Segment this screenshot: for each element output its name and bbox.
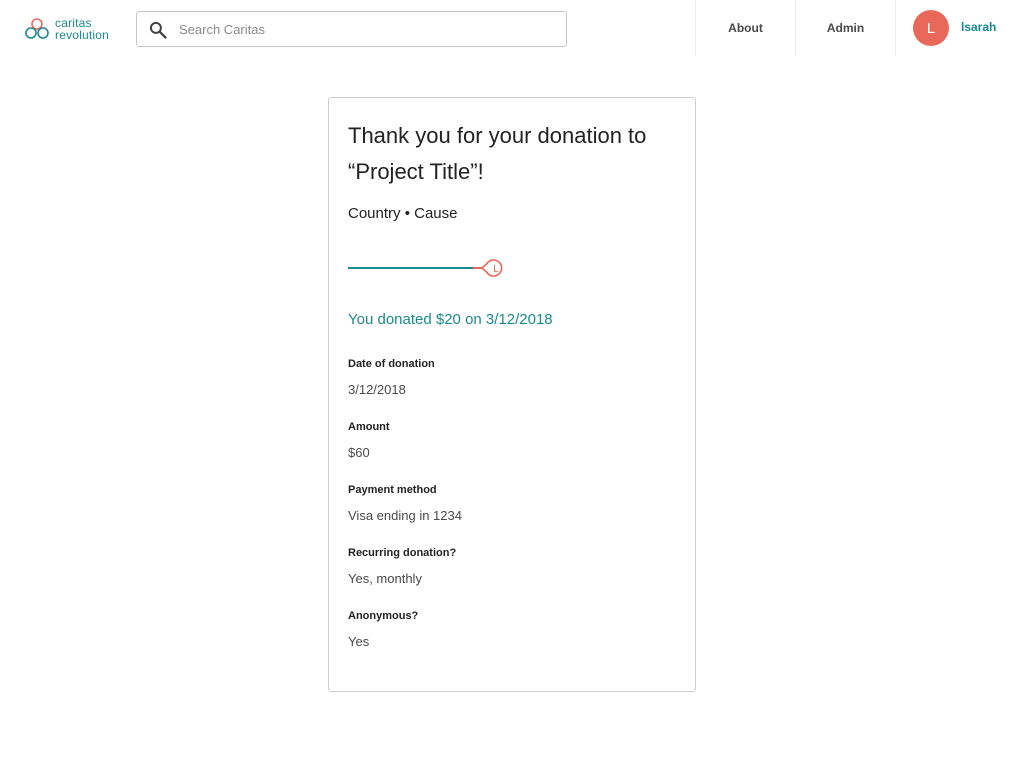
- caritas-logo-icon: [25, 18, 49, 39]
- logo[interactable]: caritas revolution: [24, 17, 109, 41]
- nav-about-link[interactable]: About: [695, 0, 795, 56]
- anonymous-label: Anonymous?: [348, 610, 419, 622]
- payment-method-value: Visa ending in 1234: [348, 508, 462, 523]
- date-of-donation-value: 3/12/2018: [348, 382, 406, 397]
- progress-marker-initial: L: [493, 264, 499, 275]
- search-bar[interactable]: [136, 11, 567, 47]
- search-input[interactable]: [179, 12, 559, 46]
- username[interactable]: lsarah: [961, 20, 996, 34]
- page-title: Thank you for your donation to “Project …: [348, 123, 647, 184]
- date-of-donation-label: Date of donation: [348, 358, 435, 370]
- nav-admin-link[interactable]: Admin: [795, 0, 895, 56]
- logo-text: caritas revolution: [55, 17, 109, 41]
- top-nav-bar: caritas revolution About Admin L lsarah: [0, 0, 1024, 56]
- search-icon[interactable]: [148, 20, 168, 40]
- donation-confirmation-card: Thank you for your donation to “Project …: [328, 97, 696, 692]
- anonymous-value: Yes: [348, 634, 370, 649]
- amount-label: Amount: [348, 421, 390, 433]
- recurring-donation-value: Yes, monthly: [348, 571, 422, 586]
- logo-line-2: revolution: [55, 28, 110, 42]
- avatar[interactable]: L: [913, 10, 949, 46]
- donation-progress-bar: L: [348, 259, 503, 277]
- recurring-donation-label: Recurring donation?: [348, 547, 457, 559]
- donation-summary-message: You donated $20 on 3/12/2018: [348, 311, 553, 328]
- user-menu[interactable]: L lsarah: [895, 0, 1024, 56]
- payment-method-label: Payment method: [348, 484, 437, 496]
- amount-value: $60: [348, 445, 370, 460]
- user-marker-icon: L: [481, 259, 503, 277]
- project-subtitle: Country • Cause: [348, 205, 458, 222]
